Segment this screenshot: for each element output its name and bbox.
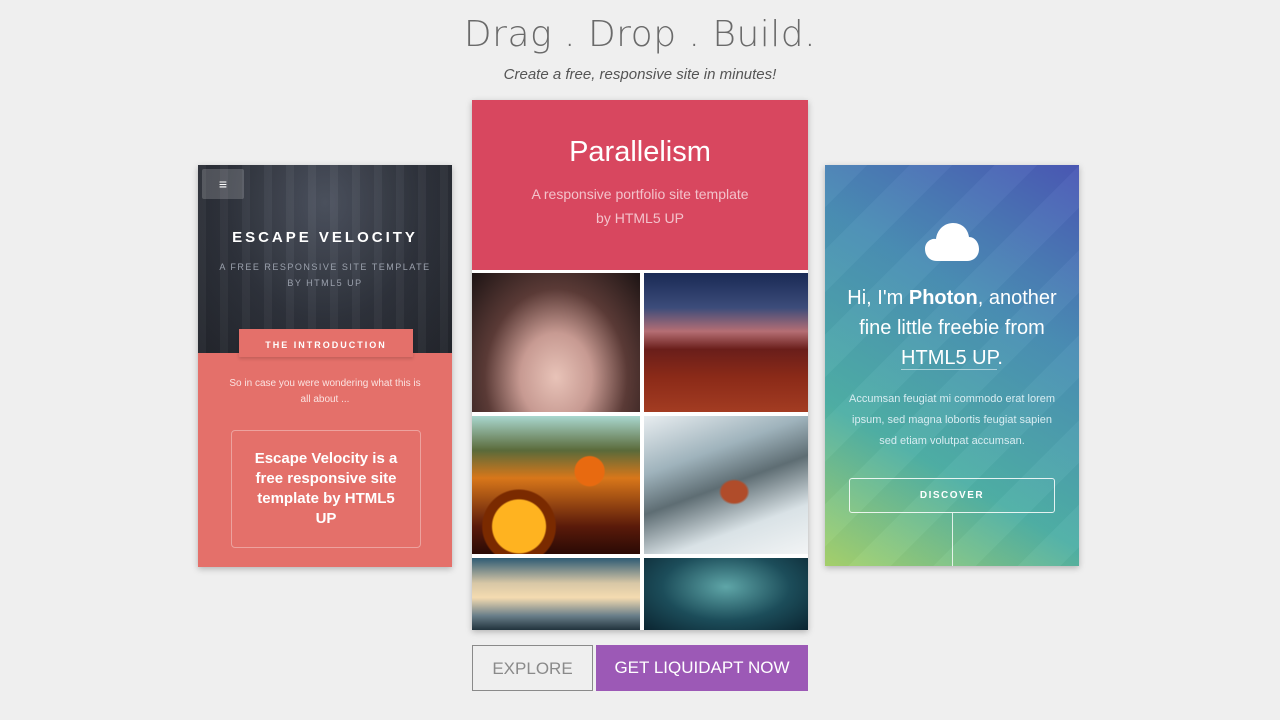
glowing-tree-photo[interactable]	[644, 558, 808, 630]
photon-heading-period: .	[997, 347, 1003, 369]
discover-button[interactable]: DISCOVER	[849, 478, 1055, 513]
photon-greeting: Hi, I'm	[847, 287, 909, 309]
woman-in-tree-photo[interactable]	[644, 416, 808, 554]
woman-face-photo[interactable]	[472, 273, 640, 412]
photon-heading: Hi, I'm Photon, another fine little free…	[835, 283, 1069, 373]
escape-velocity-tagline: A FREE RESPONSIVE SITE TEMPLATE BY HTML5…	[219, 262, 431, 288]
photon-body-text: Accumsan feugiat mi commodo erat lorem i…	[848, 393, 1056, 447]
parallelism-header: Parallelism A responsive portfolio site …	[472, 100, 808, 270]
introduction-text: So in case you were wondering what this …	[229, 378, 421, 405]
parallelism-preview-card[interactable]: Parallelism A responsive portfolio site …	[472, 100, 808, 630]
photon-preview-card[interactable]: Hi, I'm Photon, another fine little free…	[825, 165, 1079, 566]
escape-velocity-title: ESCAPE VELOCITY	[232, 229, 418, 246]
escape-velocity-preview-card[interactable]: ≡ ESCAPE VELOCITY A FREE RESPONSIVE SITE…	[198, 165, 452, 567]
html5up-link[interactable]: HTML5 UP	[901, 347, 998, 370]
landing-page: Drag . Drop . Build. Create a free, resp…	[0, 0, 1280, 720]
wind-turbines-photo[interactable]	[472, 558, 640, 630]
feature-box-text: Escape Velocity is a free responsive sit…	[254, 450, 398, 527]
parallelism-description: A responsive portfolio site template by …	[531, 186, 749, 226]
sunflowers-photo[interactable]	[472, 416, 640, 554]
hamburger-icon[interactable]: ≡	[202, 169, 244, 199]
page-title: Drag . Drop . Build.	[463, 14, 817, 55]
page-subtitle: Create a free, responsive site in minute…	[503, 66, 777, 83]
scroll-line	[952, 513, 953, 566]
red-hills-photo[interactable]	[644, 273, 808, 412]
parallelism-title: Parallelism	[569, 136, 711, 168]
cloud-icon	[925, 223, 979, 261]
escape-velocity-feature-box: Escape Velocity is a free responsive sit…	[231, 430, 421, 548]
photon-name: Photon	[908, 287, 978, 309]
introduction-label: THE INTRODUCTION	[239, 329, 413, 357]
explore-button[interactable]: EXPLORE	[472, 645, 593, 691]
get-liquidapt-now-button[interactable]: GET LIQUIDAPT NOW	[596, 645, 808, 691]
